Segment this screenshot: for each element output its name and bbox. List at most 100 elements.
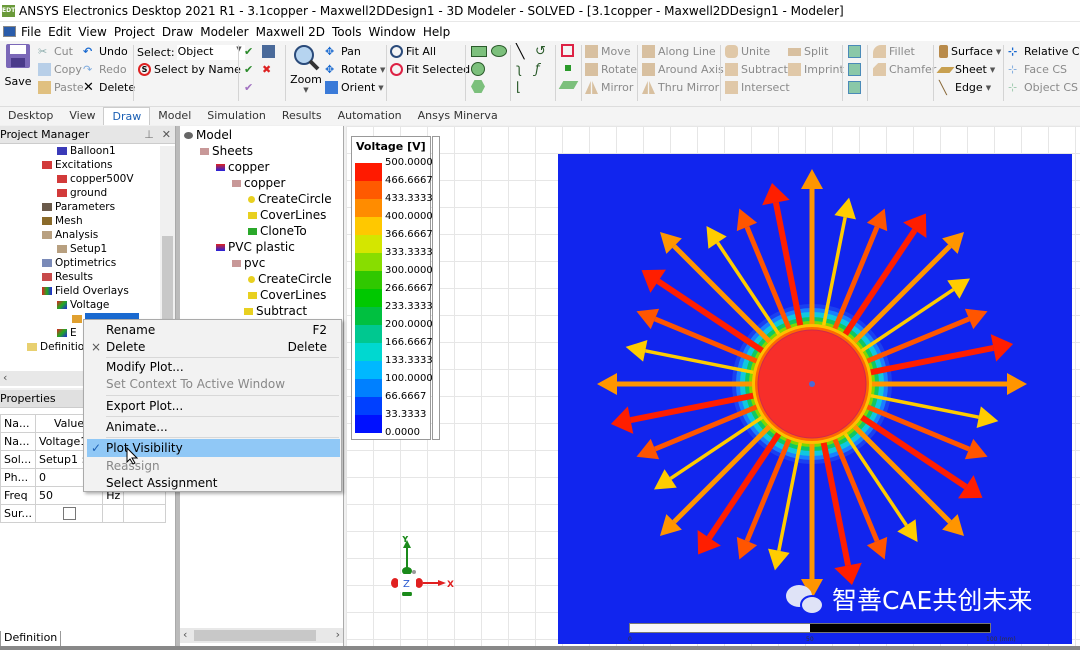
- menu-maxwell-2d[interactable]: Maxwell 2D: [256, 25, 325, 39]
- mirror-button[interactable]: Mirror: [585, 81, 633, 94]
- menu-item-modify-plot[interactable]: Modify Plot...: [84, 358, 341, 376]
- edge-button[interactable]: ╲ Edge ▼: [939, 81, 991, 96]
- tree-item-voltage[interactable]: Voltage: [57, 298, 109, 312]
- copy-button[interactable]: Copy: [38, 63, 82, 76]
- tab-view[interactable]: View: [61, 107, 103, 125]
- tree-item-pvc[interactable]: pvc: [232, 255, 265, 271]
- relative-cs-button[interactable]: ⊹Relative CS: [1008, 45, 1080, 58]
- system-menu-icon[interactable]: [3, 26, 16, 37]
- scrollbar-thumb[interactable]: [194, 630, 316, 641]
- tree-item-optimetrics[interactable]: Optimetrics: [42, 256, 116, 270]
- rotate-object-button[interactable]: Rotate: [585, 63, 637, 76]
- draw-region-button[interactable]: [561, 44, 574, 57]
- rotate-view-button[interactable]: ✥ Rotate ▼: [325, 63, 385, 76]
- intersect-button[interactable]: Intersect: [725, 81, 790, 94]
- tree-item-copper500v[interactable]: copper500V: [57, 172, 134, 186]
- tab-ansys-minerva[interactable]: Ansys Minerva: [410, 107, 506, 125]
- tree-item-createcircle-2[interactable]: CreateCircle: [248, 271, 332, 287]
- tree-item-coverlines-2[interactable]: CoverLines: [248, 287, 326, 303]
- tab-simulation[interactable]: Simulation: [199, 107, 274, 125]
- chamfer-button[interactable]: Chamfer: [873, 63, 936, 76]
- tree-item-analysis[interactable]: Analysis: [42, 228, 98, 242]
- menu-modeler[interactable]: Modeler: [200, 25, 248, 39]
- draw-rectangle-button[interactable]: [471, 46, 487, 57]
- menu-item-export-plot[interactable]: Export Plot...: [84, 397, 341, 415]
- menu-draw[interactable]: Draw: [162, 25, 193, 39]
- tree-item-balloon1[interactable]: Balloon1: [57, 144, 116, 158]
- duplicate-around-axis-button[interactable]: Around Axis: [642, 63, 724, 76]
- undo-button[interactable]: ↶ Undo: [83, 45, 128, 58]
- duplicate-thru-mirror-button[interactable]: Thru Mirror: [642, 81, 719, 94]
- show-all-button[interactable]: [262, 45, 278, 58]
- menu-view[interactable]: View: [78, 25, 106, 39]
- select-mode-dropdown[interactable]: Object▼: [176, 45, 245, 60]
- split-button[interactable]: Split: [788, 45, 828, 58]
- scroll-left-icon[interactable]: ‹: [3, 371, 7, 384]
- draw-arc-button[interactable]: ↺: [535, 44, 546, 59]
- menu-edit[interactable]: Edit: [48, 25, 71, 39]
- draw-spline-button[interactable]: ʅ: [516, 62, 522, 77]
- tree-item-field-overlays[interactable]: Field Overlays: [42, 284, 129, 298]
- tab-draw[interactable]: Draw: [103, 107, 151, 125]
- fit-all-button[interactable]: Fit All: [390, 45, 436, 58]
- duplicate-along-line-button[interactable]: Along Line: [642, 45, 716, 58]
- tree-item-results[interactable]: Results: [42, 270, 93, 284]
- select-by-name-button[interactable]: S Select by Name: [138, 63, 241, 76]
- surface-button[interactable]: Surface ▼: [939, 45, 1001, 58]
- paste-button[interactable]: Paste: [38, 81, 84, 94]
- tree-item-copper-material[interactable]: copper: [216, 159, 270, 175]
- hide-selected-button[interactable]: ✔: [244, 81, 260, 94]
- tree-item-sheets[interactable]: Sheets: [200, 143, 253, 159]
- sweep-along-path-button[interactable]: [848, 81, 864, 94]
- pin-icon[interactable]: ⊥: [144, 128, 154, 141]
- draw-line-button[interactable]: ╲: [516, 44, 524, 60]
- menu-file[interactable]: File: [21, 25, 41, 39]
- menu-item-delete[interactable]: × Delete Delete: [84, 338, 341, 356]
- draw-polygon-button[interactable]: [471, 80, 485, 93]
- move-button[interactable]: Move: [585, 45, 631, 58]
- cut-button[interactable]: ✂ Cut: [38, 45, 73, 58]
- fillet-button[interactable]: Fillet: [873, 45, 915, 58]
- voltage-field-plot[interactable]: [558, 154, 1072, 644]
- sweep-along-vector-button[interactable]: [848, 45, 864, 58]
- surface-only-checkbox[interactable]: [62, 507, 76, 521]
- imprint-button[interactable]: Imprint: [788, 63, 844, 76]
- menu-help[interactable]: Help: [423, 25, 450, 39]
- show-button[interactable]: ✔: [244, 63, 260, 76]
- scroll-right-icon[interactable]: ›: [336, 628, 340, 641]
- tab-definition[interactable]: Definition: [0, 631, 62, 647]
- menu-item-plot-visibility[interactable]: ✓ Plot Visibility: [87, 439, 340, 457]
- draw-equation-curve-button[interactable]: ƒ: [535, 62, 540, 77]
- draw-point-button[interactable]: [565, 65, 571, 71]
- tab-results[interactable]: Results: [274, 107, 330, 125]
- tree-item-createcircle[interactable]: CreateCircle: [248, 191, 332, 207]
- draw-circle-button[interactable]: [471, 62, 485, 76]
- menu-item-select-assignment[interactable]: Select Assignment: [84, 474, 341, 492]
- menu-tools[interactable]: Tools: [332, 25, 362, 39]
- sweep-around-axis-button[interactable]: [848, 63, 864, 76]
- close-icon[interactable]: ✕: [162, 128, 171, 141]
- model-tree-hscrollbar[interactable]: ‹ ›: [180, 628, 343, 643]
- tree-item-parameters[interactable]: Parameters: [42, 200, 115, 214]
- unite-button[interactable]: Unite: [725, 45, 770, 58]
- tree-item-ground[interactable]: ground: [57, 186, 107, 200]
- tree-item-setup1[interactable]: Setup1: [57, 242, 107, 256]
- tree-item-mesh[interactable]: Mesh: [42, 214, 83, 228]
- sheet-button[interactable]: Sheet ▼: [936, 63, 995, 76]
- tree-item-copper-object[interactable]: copper: [232, 175, 286, 191]
- modeler-viewport[interactable]: Voltage [V] 500.0000 466.6667 433.3333 400.…: [346, 126, 1080, 646]
- tree-item-coverlines[interactable]: CoverLines: [248, 207, 326, 223]
- tree-item-model[interactable]: Model: [184, 127, 232, 143]
- scroll-left-icon[interactable]: ‹: [183, 628, 187, 641]
- pan-button[interactable]: ✥ Pan: [325, 45, 361, 58]
- tree-item-cloneto[interactable]: CloneTo: [248, 223, 307, 239]
- draw-ellipse-button[interactable]: [491, 45, 507, 57]
- menu-window[interactable]: Window: [369, 25, 416, 39]
- save-button[interactable]: Save: [4, 43, 32, 88]
- tab-model[interactable]: Model: [150, 107, 199, 125]
- redo-button[interactable]: ↷ Redo: [83, 63, 127, 76]
- zoom-button[interactable]: Zoom ▼: [290, 43, 322, 94]
- tree-item-e[interactable]: E: [57, 326, 77, 340]
- delete-button[interactable]: ✕ Delete: [83, 81, 135, 94]
- tree-item-pvc-plastic[interactable]: PVC plastic: [216, 239, 295, 255]
